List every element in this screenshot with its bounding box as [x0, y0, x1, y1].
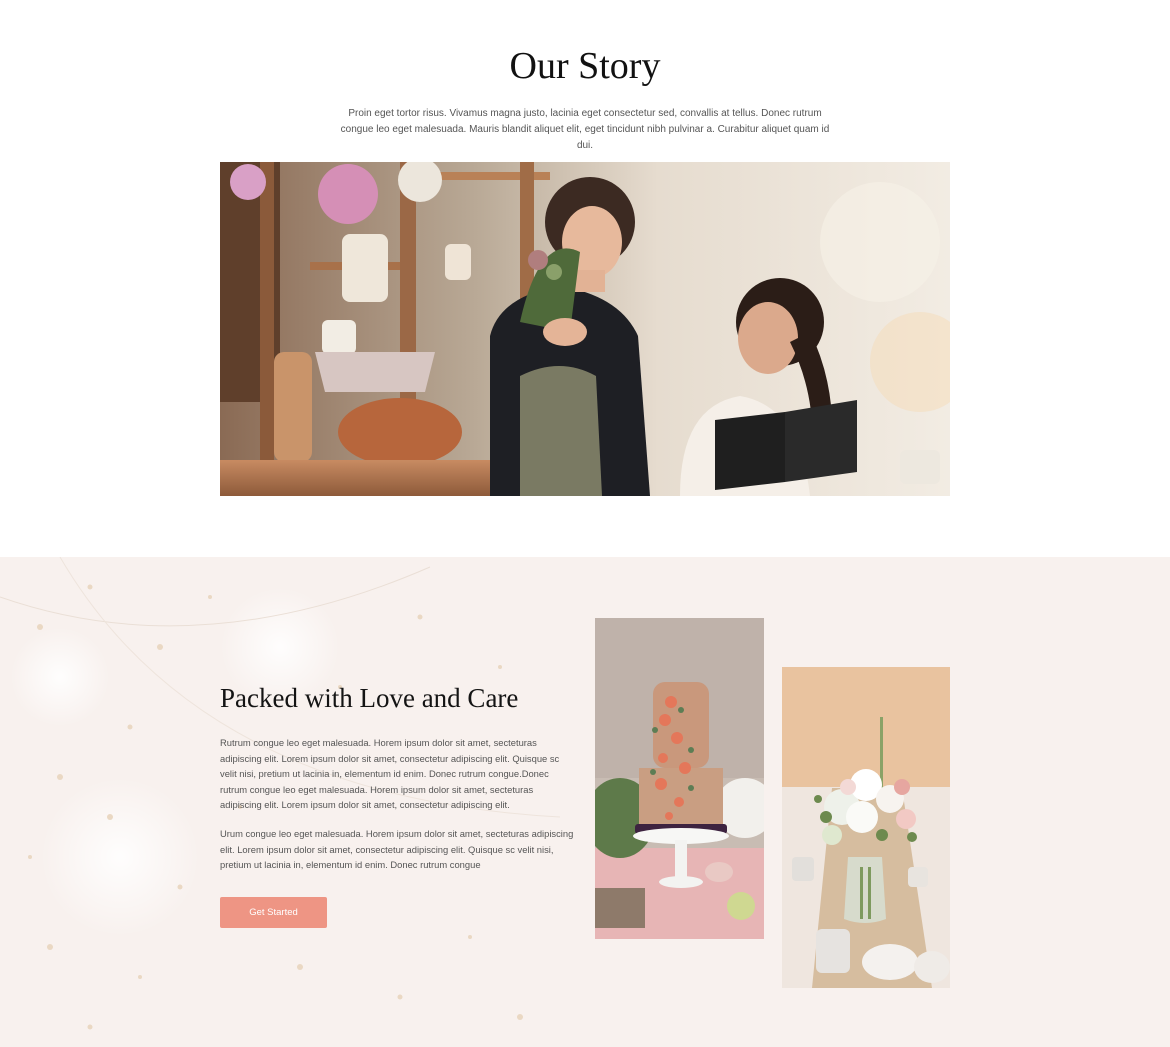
packed-title: Packed with Love and Care — [220, 683, 519, 713]
story-photo — [220, 162, 950, 496]
story-text: Proin eget tortor risus. Vivamus magna j… — [340, 108, 830, 151]
get-started-button[interactable]: Get Started — [220, 897, 327, 928]
packed-paragraph-2: Urum congue leo eget malesuada. Horem ip… — [220, 828, 574, 871]
cake-photo — [595, 618, 764, 939]
sparkle-background — [0, 557, 1170, 1047]
story-title: Our Story — [509, 45, 661, 87]
packed-section: Packed with Love and Care Rutrum congue … — [0, 557, 1170, 1047]
flower-photo — [782, 667, 950, 988]
packed-paragraph-1: Rutrum congue leo eget malesuada. Horem … — [220, 737, 560, 811]
our-story-section: Our Story Proin eget tortor risus. Vivam… — [0, 0, 1170, 557]
